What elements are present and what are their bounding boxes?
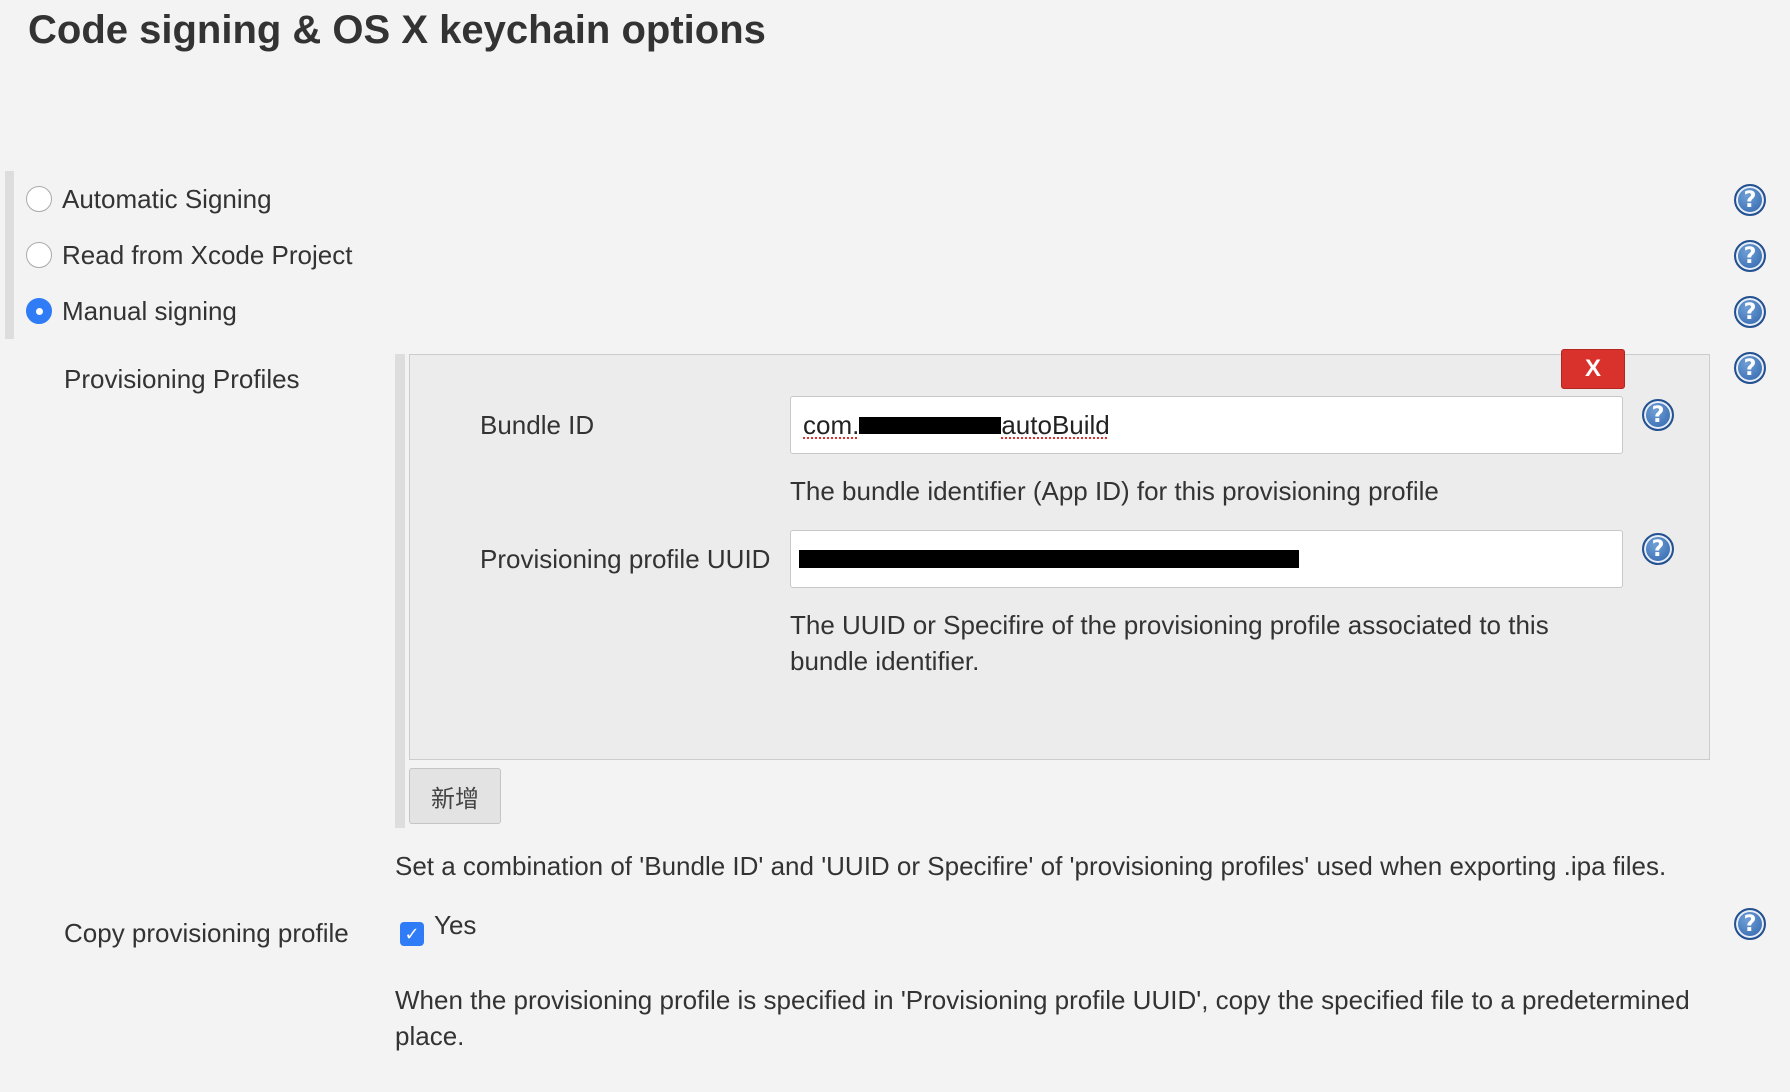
help-icon[interactable]: ? [1642, 533, 1674, 565]
help-icon[interactable]: ? [1642, 399, 1674, 431]
uuid-label: Provisioning profile UUID [480, 544, 771, 574]
provisioning-profiles-label: Provisioning Profiles [64, 364, 300, 394]
radio-button[interactable] [26, 186, 52, 212]
copy-profile-description: When the provisioning profile is specifi… [395, 985, 1690, 1051]
help-icon[interactable]: ? [1734, 296, 1766, 328]
help-icon[interactable]: ? [1734, 184, 1766, 216]
delete-profile-button[interactable]: X [1561, 349, 1625, 389]
radio-label: Read from Xcode Project [62, 239, 353, 270]
radio-manual-signing[interactable]: Manual signing [26, 295, 237, 327]
redaction-bar [859, 416, 1002, 434]
help-icon[interactable]: ? [1734, 908, 1766, 940]
radio-automatic-signing[interactable]: Automatic Signing [26, 183, 272, 215]
checkbox-checked-icon[interactable]: ✓ [400, 922, 424, 946]
radio-label: Automatic Signing [62, 183, 272, 214]
help-icon[interactable]: ? [1734, 352, 1766, 384]
copy-profile-checkbox-row[interactable]: ✓ Yes [400, 910, 476, 946]
add-profile-button[interactable]: 新增 [409, 768, 501, 824]
radio-group-bar [5, 171, 14, 339]
redaction-bar [799, 550, 1299, 568]
radio-label: Manual signing [62, 295, 237, 326]
bundle-id-value-suffix: autoBuild [1001, 409, 1110, 440]
profiles-group-bar [395, 354, 405, 828]
bundle-id-description: The bundle identifier (App ID) for this … [790, 476, 1439, 506]
bundle-id-input[interactable]: com. autoBuild [790, 396, 1623, 454]
bundle-id-label: Bundle ID [480, 410, 595, 440]
bundle-id-value-prefix: com. [803, 409, 860, 440]
radio-button[interactable] [26, 242, 52, 268]
help-icon[interactable]: ? [1734, 240, 1766, 272]
page-title: Code signing & OS X keychain options [28, 8, 766, 52]
uuid-input[interactable] [790, 530, 1623, 588]
uuid-description: The UUID or Specifire of the provisionin… [790, 610, 1549, 676]
provisioning-profiles-description: Set a combination of 'Bundle ID' and 'UU… [395, 851, 1667, 881]
radio-button-selected[interactable] [26, 298, 52, 324]
checkbox-label: Yes [434, 910, 477, 940]
copy-profile-label: Copy provisioning profile [64, 918, 349, 948]
radio-read-from-xcode[interactable]: Read from Xcode Project [26, 239, 352, 271]
